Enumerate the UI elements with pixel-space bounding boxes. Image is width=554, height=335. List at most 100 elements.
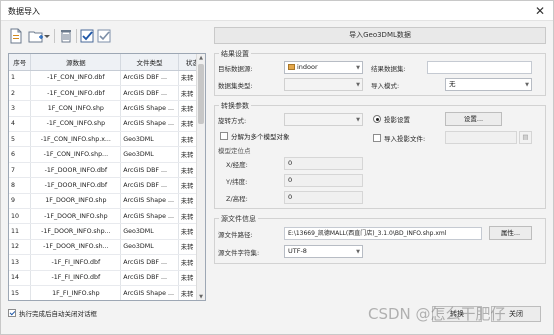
col-header-source[interactable]: 源数据 xyxy=(30,54,122,71)
table-row[interactable]: 3 1F_CON_INFO.shp ArcGIS Shape ... 未转 xyxy=(9,100,205,117)
add-file-icon[interactable] xyxy=(8,28,24,44)
row-source-file: -1F_CON_INFO.dbf xyxy=(30,70,122,86)
row-index: 12 xyxy=(9,239,32,256)
source-charset-select[interactable]: UTF-8 ▼ xyxy=(284,245,363,258)
import-projection-file-option[interactable]: 导入投影文件: xyxy=(373,133,425,143)
table-scrollbar[interactable]: ▲ ▼ xyxy=(196,54,205,300)
import-projection-file-checkbox[interactable] xyxy=(373,134,381,142)
table-row[interactable]: 7 -1F_DOOR_INFO.dbf ArcGIS DBF ... 未转 xyxy=(9,162,205,179)
row-file-type: ArcGIS DBF ... xyxy=(120,85,179,102)
table-row[interactable]: 4 -1F_CON_INFO.shp ArcGIS Shape ... 未转 xyxy=(9,116,205,133)
row-index: 4 xyxy=(9,116,32,133)
row-index: 15 xyxy=(9,285,32,300)
y-coordinate-label: Y/纬度: xyxy=(226,178,248,186)
row-index: 10 xyxy=(9,208,32,225)
rotation-select[interactable]: ▼ xyxy=(284,113,363,126)
row-file-type: ArcGIS Shape ... xyxy=(120,116,179,133)
row-file-type: Geo3DML xyxy=(120,131,179,148)
chevron-down-icon: ▼ xyxy=(356,117,360,123)
row-file-type: ArcGIS DBF ... xyxy=(120,162,179,179)
title-bar: 数据导入 ✕ xyxy=(1,1,553,21)
table-row[interactable]: 8 -1F_DOOR_INFO.dbf ArcGIS DBF ... 未转 xyxy=(9,177,205,194)
x-coordinate-input[interactable]: 0 xyxy=(284,157,363,170)
table-row[interactable]: 15 1F_FI_INFO.shp ArcGIS Shape ... 未转 xyxy=(9,285,205,300)
table-row[interactable]: 2 -1F_CON_INFO.dbf ArcGIS DBF ... 未转 xyxy=(9,85,205,102)
source-path-input[interactable]: E:\13669_凯德MALL(西直门店)_3.1.0\BD_INFO.shp.… xyxy=(284,227,482,240)
projection-settings-label: 投影设置 xyxy=(384,116,410,124)
row-index: 7 xyxy=(9,162,32,179)
add-dropdown-icon[interactable] xyxy=(43,28,51,44)
row-source-file: 1F_FI_INFO.shp xyxy=(30,285,122,300)
auto-close-option[interactable]: 执行完成后自动关闭对话框 xyxy=(8,308,97,320)
row-source-file: -1F_CON_INFO.dbf xyxy=(30,85,122,102)
projection-settings-option[interactable]: 投影设置 xyxy=(373,114,410,124)
z-coordinate-input[interactable]: 0 xyxy=(284,191,363,204)
model-position-title: 模型定位点 xyxy=(218,147,251,155)
toolbar xyxy=(6,26,206,46)
datasource-icon xyxy=(288,64,295,70)
import-mode-select[interactable]: 无 ▼ xyxy=(445,78,532,91)
invert-select-icon[interactable] xyxy=(96,28,112,44)
result-dataset-input[interactable] xyxy=(427,61,532,74)
conversion-params-group: 转换参数 旋转方式: ▼ 分解为多个模型对象 模型定位点 X/经度: 0 Y/纬… xyxy=(214,101,546,209)
col-header-file-type[interactable]: 文件类型 xyxy=(120,54,179,71)
row-file-type: ArcGIS Shape ... xyxy=(120,208,179,225)
data-import-dialog: 数据导入 ✕ 序号 源数据 文件类型 状态 1 -1F_CON_INFO.dbf… xyxy=(0,0,554,335)
projection-settings-button[interactable]: 设置... xyxy=(445,112,502,126)
delete-icon[interactable] xyxy=(58,28,74,44)
dataset-type-select[interactable]: ▼ xyxy=(284,78,363,91)
row-index: 13 xyxy=(9,254,32,271)
x-coordinate-label: X/经度: xyxy=(226,161,248,169)
projection-settings-radio[interactable] xyxy=(373,115,381,123)
table-row[interactable]: 11 -1F_DOOR_INFO.shp... Geo3DML 未转 xyxy=(9,223,205,240)
toolbar-separator xyxy=(76,29,77,43)
table-row[interactable]: 14 -1F_FI_INFO.dbf ArcGIS DBF ... 未转 xyxy=(9,270,205,286)
table-row[interactable]: 10 -1F_DOOR_INFO.shp ArcGIS Shape ... 未转 xyxy=(9,208,205,225)
col-header-index[interactable]: 序号 xyxy=(9,54,32,71)
split-model-checkbox[interactable] xyxy=(220,132,228,140)
add-folder-icon[interactable] xyxy=(28,28,44,44)
table-row[interactable]: 5 -1F_CON_INFO.shp.x... Geo3DML 未转 xyxy=(9,131,205,148)
table-row[interactable]: 9 1F_DOOR_INFO.shp ArcGIS Shape ... 未转 xyxy=(9,193,205,210)
auto-close-checkbox[interactable] xyxy=(8,309,16,317)
import-geo3dml-button[interactable]: 导入Geo3DML数据 xyxy=(214,27,546,44)
chevron-down-icon: ▼ xyxy=(356,65,360,71)
table-row[interactable]: 1 -1F_CON_INFO.dbf ArcGIS DBF ... 未转 xyxy=(9,70,205,86)
chevron-down-icon: ▼ xyxy=(356,82,360,88)
row-index: 1 xyxy=(9,70,32,86)
import-mode-label: 导入模式: xyxy=(371,82,400,90)
row-file-type: ArcGIS Shape ... xyxy=(120,193,179,210)
close-icon[interactable]: ✕ xyxy=(532,3,548,19)
browse-folder-icon[interactable]: ▤ xyxy=(519,131,532,144)
projection-file-input[interactable] xyxy=(445,131,517,144)
split-model-option[interactable]: 分解为多个模型对象 xyxy=(220,131,290,141)
scroll-thumb[interactable] xyxy=(198,64,204,124)
watermark: CSDN @怎么干肥仔 xyxy=(368,305,506,323)
row-source-file: -1F_FI_INFO.dbf xyxy=(30,254,122,271)
table-row[interactable]: 12 -1F_DOOR_INFO.sh... Geo3DML 未转 xyxy=(9,239,205,256)
row-file-type: Geo3DML xyxy=(120,239,179,256)
row-source-file: 1F_DOOR_INFO.shp xyxy=(30,193,122,210)
target-datasource-label: 目标数据源: xyxy=(218,65,253,73)
row-index: 2 xyxy=(9,85,32,102)
table-row[interactable]: 13 -1F_FI_INFO.dbf ArcGIS DBF ... 未转 xyxy=(9,254,205,271)
source-path-label: 源文件路径: xyxy=(218,231,253,239)
row-source-file: -1F_CON_INFO.shp xyxy=(30,116,122,133)
row-source-file: -1F_FI_INFO.dbf xyxy=(30,270,122,286)
import-projection-file-label: 导入投影文件: xyxy=(384,135,426,143)
scroll-up-icon[interactable]: ▲ xyxy=(197,54,205,63)
table-row[interactable]: 6 -1F_CON_INFO.shp... Geo3DML 未转 xyxy=(9,146,205,163)
chevron-down-icon: ▼ xyxy=(356,249,360,255)
row-index: 9 xyxy=(9,193,32,210)
result-settings-title: 结果设置 xyxy=(219,49,251,59)
scroll-down-icon[interactable]: ▼ xyxy=(197,293,205,300)
row-file-type: ArcGIS DBF ... xyxy=(120,270,179,286)
row-source-file: -1F_DOOR_INFO.shp... xyxy=(30,223,122,240)
attributes-button[interactable]: 属性... xyxy=(489,226,532,240)
result-settings-group: 结果设置 目标数据源: indoor ▼ 结果数据集: 数据集类型: ▼ 导入模… xyxy=(214,49,546,96)
target-datasource-value: indoor xyxy=(297,63,318,71)
y-coordinate-input[interactable]: 0 xyxy=(284,174,363,187)
target-datasource-select[interactable]: indoor ▼ xyxy=(284,61,363,74)
row-index: 14 xyxy=(9,270,32,286)
select-all-icon[interactable] xyxy=(79,28,95,44)
